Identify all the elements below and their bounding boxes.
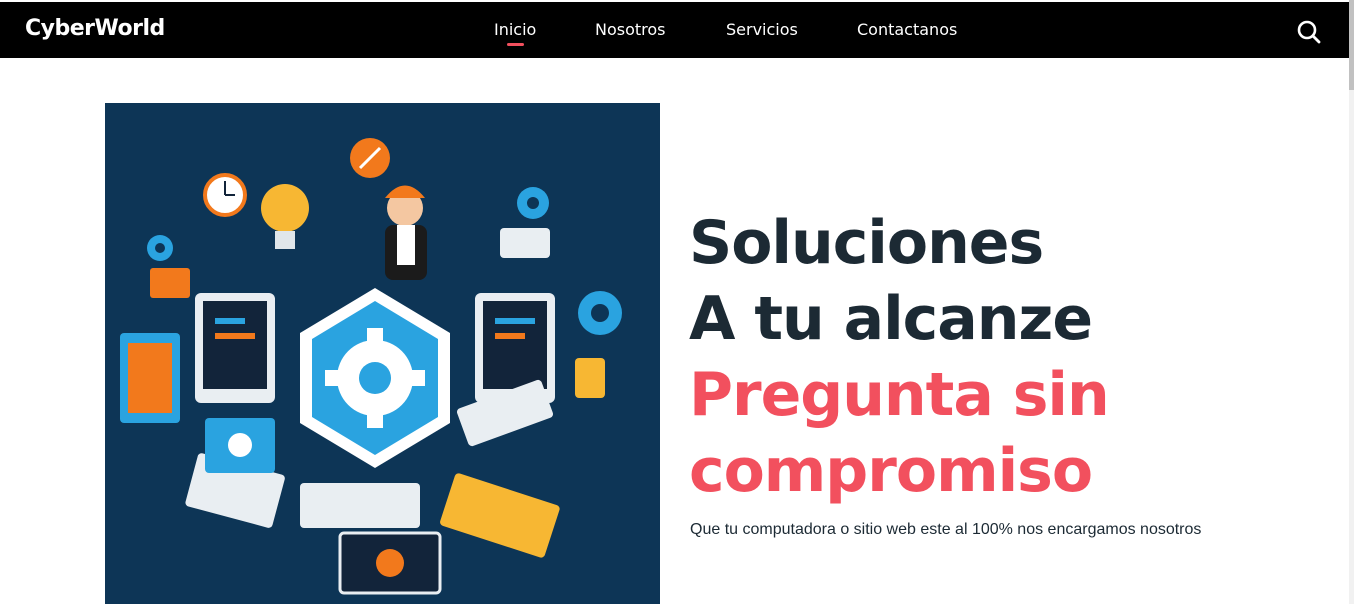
hero-headline: Soluciones A tu alcanze Pregunta sin com… bbox=[689, 205, 1110, 509]
tech-support-illustration bbox=[105, 103, 660, 604]
scrollbar-thumb[interactable] bbox=[1349, 0, 1354, 90]
headline-line-2: A tu alcanze bbox=[689, 284, 1093, 354]
nav-item-servicios[interactable]: Servicios bbox=[726, 20, 798, 39]
nav-item-inicio[interactable]: Inicio bbox=[494, 20, 536, 46]
headline-line-3: Pregunta sin bbox=[689, 360, 1110, 430]
search-icon[interactable] bbox=[1296, 19, 1322, 45]
page-scrollbar[interactable] bbox=[1349, 0, 1354, 604]
headline-line-4: compromiso bbox=[689, 436, 1093, 506]
headline-line-1: Soluciones bbox=[689, 208, 1044, 278]
top-navbar: CyberWorld Inicio Nosotros Servicios Con… bbox=[0, 2, 1349, 58]
nav-item-contactanos[interactable]: Contactanos bbox=[857, 20, 957, 39]
nav-item-nosotros[interactable]: Nosotros bbox=[595, 20, 666, 39]
main-nav: Inicio Nosotros Servicios Contactanos bbox=[0, 20, 1349, 50]
hero-subtitle: Que tu computadora o sitio web este al 1… bbox=[690, 521, 1202, 538]
